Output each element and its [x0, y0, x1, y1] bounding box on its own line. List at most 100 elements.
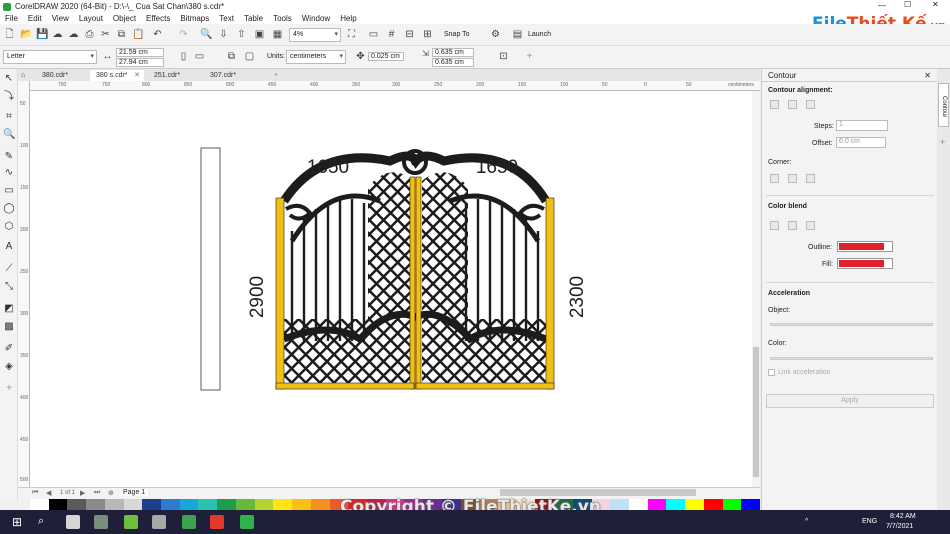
add-page-icon[interactable]: ⊕ — [108, 489, 114, 497]
link-acceleration-checkbox[interactable] — [768, 369, 775, 376]
menu-text[interactable]: Text — [219, 14, 234, 23]
eyedropper-icon[interactable]: ✐ — [3, 343, 15, 355]
menu-view[interactable]: View — [52, 14, 69, 23]
tab-380[interactable]: 380.cdr* — [36, 70, 90, 81]
duplicate-x-field[interactable]: 0.635 cm — [432, 48, 474, 57]
add-tool-icon[interactable]: + — [3, 383, 15, 395]
paste-icon[interactable]: 📋 — [132, 29, 144, 40]
guidelines-icon[interactable]: ⊞ — [422, 29, 433, 40]
page-1-tab[interactable]: Page 1 — [120, 489, 149, 496]
pdf-icon[interactable]: ▣ — [254, 29, 265, 40]
tab-251[interactable]: 251.cdr* — [148, 70, 202, 81]
page-height-field[interactable]: 27.94 cm — [116, 58, 164, 67]
apply-button[interactable]: Apply — [766, 394, 934, 408]
current-page-icon[interactable]: ▢ — [244, 51, 255, 62]
text-tool-icon[interactable]: A — [3, 241, 15, 253]
welcome-home-icon[interactable]: ⌂ — [18, 70, 32, 81]
palette-swatch[interactable] — [235, 499, 255, 510]
palette-swatch[interactable] — [741, 499, 761, 510]
palette-swatch[interactable] — [273, 499, 293, 510]
offset-field[interactable]: 6.0 cm — [836, 137, 886, 148]
menu-object[interactable]: Object — [113, 14, 136, 23]
duplicate-y-field[interactable]: 0.635 cm — [432, 58, 474, 67]
menu-window[interactable]: Window — [302, 14, 330, 23]
cloud-download-icon[interactable]: ☁ — [68, 29, 79, 40]
app-icon[interactable] — [94, 515, 108, 529]
clock-time[interactable]: 8:42 AM — [890, 513, 916, 520]
shape-tool-icon[interactable]: ⤵ — [3, 91, 15, 103]
undo-icon[interactable]: ↶ — [152, 29, 163, 40]
page-size-combo[interactable]: Letter ▾ — [3, 50, 97, 64]
palette-swatch[interactable] — [30, 499, 49, 510]
add-docker-icon[interactable]: + — [940, 137, 945, 147]
full-screen-icon[interactable]: ▭ — [368, 29, 379, 40]
new-document-icon[interactable]: 🗋 — [4, 29, 15, 40]
import-icon[interactable]: ⇩ — [218, 29, 229, 40]
interactive-fill-icon[interactable]: ◈ — [3, 361, 15, 373]
zoom-page-icon[interactable]: ⛶ — [346, 29, 357, 40]
first-page-icon[interactable]: ⏮ — [32, 489, 38, 497]
maximize-button[interactable]: ☐ — [904, 0, 911, 9]
clock-date[interactable]: 7/7/2021 — [886, 523, 913, 530]
vertical-ruler[interactable]: 50 100 150 200 250 300 350 400 450 500 — [18, 81, 30, 487]
save-icon[interactable]: 💾 — [36, 29, 48, 40]
palette-swatch[interactable] — [123, 499, 143, 510]
tab-307[interactable]: 307.cdr* — [204, 70, 258, 81]
palette-swatch[interactable] — [179, 499, 199, 510]
close-button[interactable]: ✕ — [932, 0, 939, 9]
palette-swatch[interactable] — [198, 499, 218, 510]
steps-field[interactable]: 1 — [836, 120, 888, 131]
portrait-icon[interactable]: ▯ — [178, 51, 189, 62]
outline-color-picker[interactable] — [837, 241, 893, 252]
tray-chevron-icon[interactable]: ^ — [805, 518, 808, 525]
palette-swatch[interactable] — [86, 499, 105, 510]
close-docker-icon[interactable]: ✕ — [924, 71, 931, 80]
ellipse-tool-icon[interactable]: ◯ — [3, 203, 15, 215]
menu-bitmaps[interactable]: Bitmaps — [180, 14, 209, 23]
zoom-combo[interactable]: 4% ▾ — [289, 28, 341, 42]
palette-swatch[interactable] — [254, 499, 274, 510]
vertical-scrollbar[interactable] — [752, 91, 760, 487]
all-pages-icon[interactable]: ⧉ — [226, 51, 237, 62]
freehand-tool-icon[interactable]: ✎ — [3, 151, 15, 163]
export-icon[interactable]: ⇧ — [236, 29, 247, 40]
menu-help[interactable]: Help — [340, 14, 356, 23]
palette-swatch[interactable] — [48, 499, 68, 510]
app-launcher-icon[interactable]: ▦ — [272, 29, 283, 40]
palette-swatch[interactable] — [161, 499, 180, 510]
add-icon[interactable]: + — [524, 51, 535, 62]
fill-color-picker[interactable] — [837, 258, 893, 269]
windows-start-icon[interactable]: ⊞ — [12, 515, 22, 529]
palette-swatch[interactable] — [67, 499, 87, 510]
palette-swatch[interactable] — [685, 499, 704, 510]
new-tab-icon[interactable]: + — [268, 70, 278, 81]
round-corner-icon[interactable] — [788, 174, 797, 183]
drop-shadow-icon[interactable]: ◩ — [3, 303, 15, 315]
landscape-icon[interactable]: ▭ — [194, 51, 205, 62]
linear-blend-icon[interactable] — [770, 221, 779, 230]
palette-swatch[interactable] — [722, 499, 742, 510]
tool-icon[interactable] — [152, 515, 166, 529]
crop-tool-icon[interactable]: ⌗ — [3, 111, 15, 123]
page-width-field[interactable]: 21.59 cm — [116, 48, 164, 57]
menu-layout[interactable]: Layout — [79, 14, 103, 23]
snap-to-dropdown[interactable]: Snap To — [444, 31, 470, 38]
coreldraw-taskbar-icon[interactable] — [124, 515, 138, 529]
search-icon[interactable]: ⌕ — [38, 515, 44, 528]
menu-effects[interactable]: Effects — [146, 14, 170, 23]
coreldraw-active-icon[interactable] — [240, 515, 254, 529]
horizontal-ruler[interactable]: 700 750 800 850 800 450 400 350 300 250 … — [30, 81, 760, 91]
launch-icon[interactable]: ▤ — [512, 29, 523, 40]
drawing-canvas[interactable]: 1650 1650 2900 2300 — [30, 91, 752, 487]
palette-swatch[interactable] — [610, 499, 629, 510]
chrome-icon[interactable] — [210, 515, 224, 529]
menu-file[interactable]: File — [5, 14, 18, 23]
next-page-icon[interactable]: ▶ — [80, 489, 85, 497]
launch-dropdown[interactable]: Launch — [528, 31, 551, 38]
last-page-icon[interactable]: ⏭ — [94, 489, 100, 497]
tab-contour[interactable]: Contour — [938, 83, 949, 127]
palette-swatch[interactable] — [703, 499, 723, 510]
minimize-button[interactable]: — — [878, 1, 886, 10]
rulers-icon[interactable]: ⊟ — [404, 29, 415, 40]
language-indicator[interactable]: ENG — [862, 518, 877, 525]
